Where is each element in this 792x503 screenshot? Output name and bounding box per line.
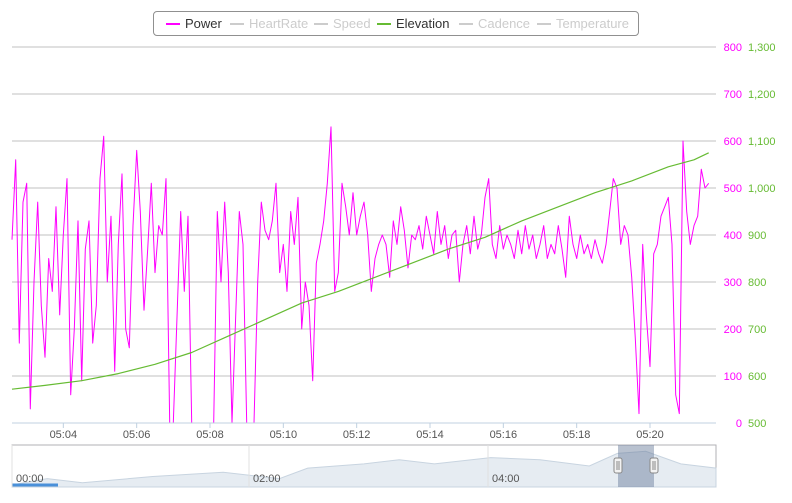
navigator-tick-label: 00:00	[16, 473, 44, 485]
navigator-selection	[618, 445, 654, 487]
series-layer	[11, 126, 710, 424]
navigator-tick-label: 04:00	[492, 473, 520, 485]
x-tick-label: 05:18	[563, 429, 591, 441]
navigator[interactable]: 00:00 02:00 04:00	[11, 444, 717, 488]
navigator-tick-label: 02:00	[253, 473, 281, 485]
y-tick-label-elevation: 1,300	[748, 42, 776, 54]
y-tick-label-power: 500	[724, 183, 742, 195]
y-tick-label-elevation: 500	[748, 418, 766, 430]
y-tick-label-elevation: 900	[748, 230, 766, 242]
x-tick-label: 05:12	[343, 429, 371, 441]
y-tick-label-power: 300	[724, 277, 742, 289]
axis-layer: 0 500 100 600 200 700 300 800 400 900 500 1,000 600 1…	[12, 42, 776, 441]
y-tick-label-elevation: 1,200	[748, 89, 776, 101]
series-line-power	[11, 126, 710, 424]
navigator-handle-left[interactable]	[613, 457, 623, 474]
y-tick-label-power: 700	[724, 89, 742, 101]
x-tick-label: 05:08	[196, 429, 224, 441]
y-tick-label-power: 600	[724, 136, 742, 148]
y-tick-label-elevation: 600	[748, 371, 766, 383]
y-tick-label-elevation: 700	[748, 324, 766, 336]
navigator-handle-right[interactable]	[649, 457, 659, 474]
x-tick-label: 05:06	[123, 429, 151, 441]
x-tick-label: 05:04	[50, 429, 78, 441]
x-tick-label: 05:10	[270, 429, 298, 441]
x-tick-label: 05:16	[490, 429, 518, 441]
y-tick-label-elevation: 800	[748, 277, 766, 289]
y-tick-label-power: 200	[724, 324, 742, 336]
x-tick-label: 05:20	[636, 429, 664, 441]
chart-svg: 0 500 100 600 200 700 300 800 400 900 500 1,000 600 1…	[11, 42, 776, 488]
y-tick-label-power: 0	[736, 418, 742, 430]
y-tick-label-elevation: 1,000	[748, 183, 776, 195]
y-tick-label-power: 100	[724, 371, 742, 383]
x-tick-label: 05:14	[416, 429, 444, 441]
y-tick-label-power: 400	[724, 230, 742, 242]
grid-lines	[12, 46, 716, 424]
chart-container: Power HeartRate Speed Elevation Cadence …	[0, 0, 792, 503]
y-tick-label-power: 800	[724, 42, 742, 54]
y-tick-label-elevation: 1,100	[748, 136, 776, 148]
